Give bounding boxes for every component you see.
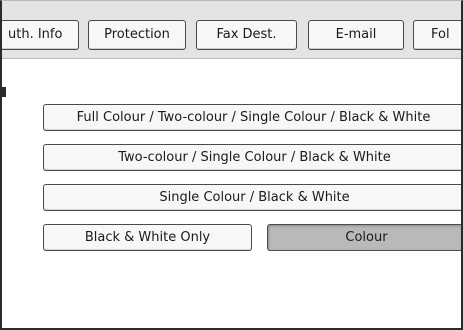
tab-protection[interactable]: Protection — [88, 20, 186, 50]
option-colour-selected[interactable]: Colour — [267, 224, 461, 251]
option-single-colour[interactable]: Single Colour / Black & White — [43, 184, 461, 211]
option-two-colour[interactable]: Two-colour / Single Colour / Black & Whi… — [43, 144, 461, 171]
option-full-colour[interactable]: Full Colour / Two-colour / Single Colour… — [43, 104, 461, 131]
edge-marker — [2, 87, 6, 97]
tab-auth-info[interactable]: uth. Info — [2, 20, 79, 50]
tab-folder[interactable]: Fol — [413, 20, 461, 50]
tab-email[interactable]: E-mail — [308, 20, 404, 50]
tab-bar: uth. Info Protection Fax Dest. E-mail Fo… — [2, 1, 461, 59]
option-black-white-only[interactable]: Black & White Only — [43, 224, 252, 251]
settings-panel: uth. Info Protection Fax Dest. E-mail Fo… — [0, 0, 463, 330]
tab-fax-destination[interactable]: Fax Dest. — [196, 20, 297, 50]
